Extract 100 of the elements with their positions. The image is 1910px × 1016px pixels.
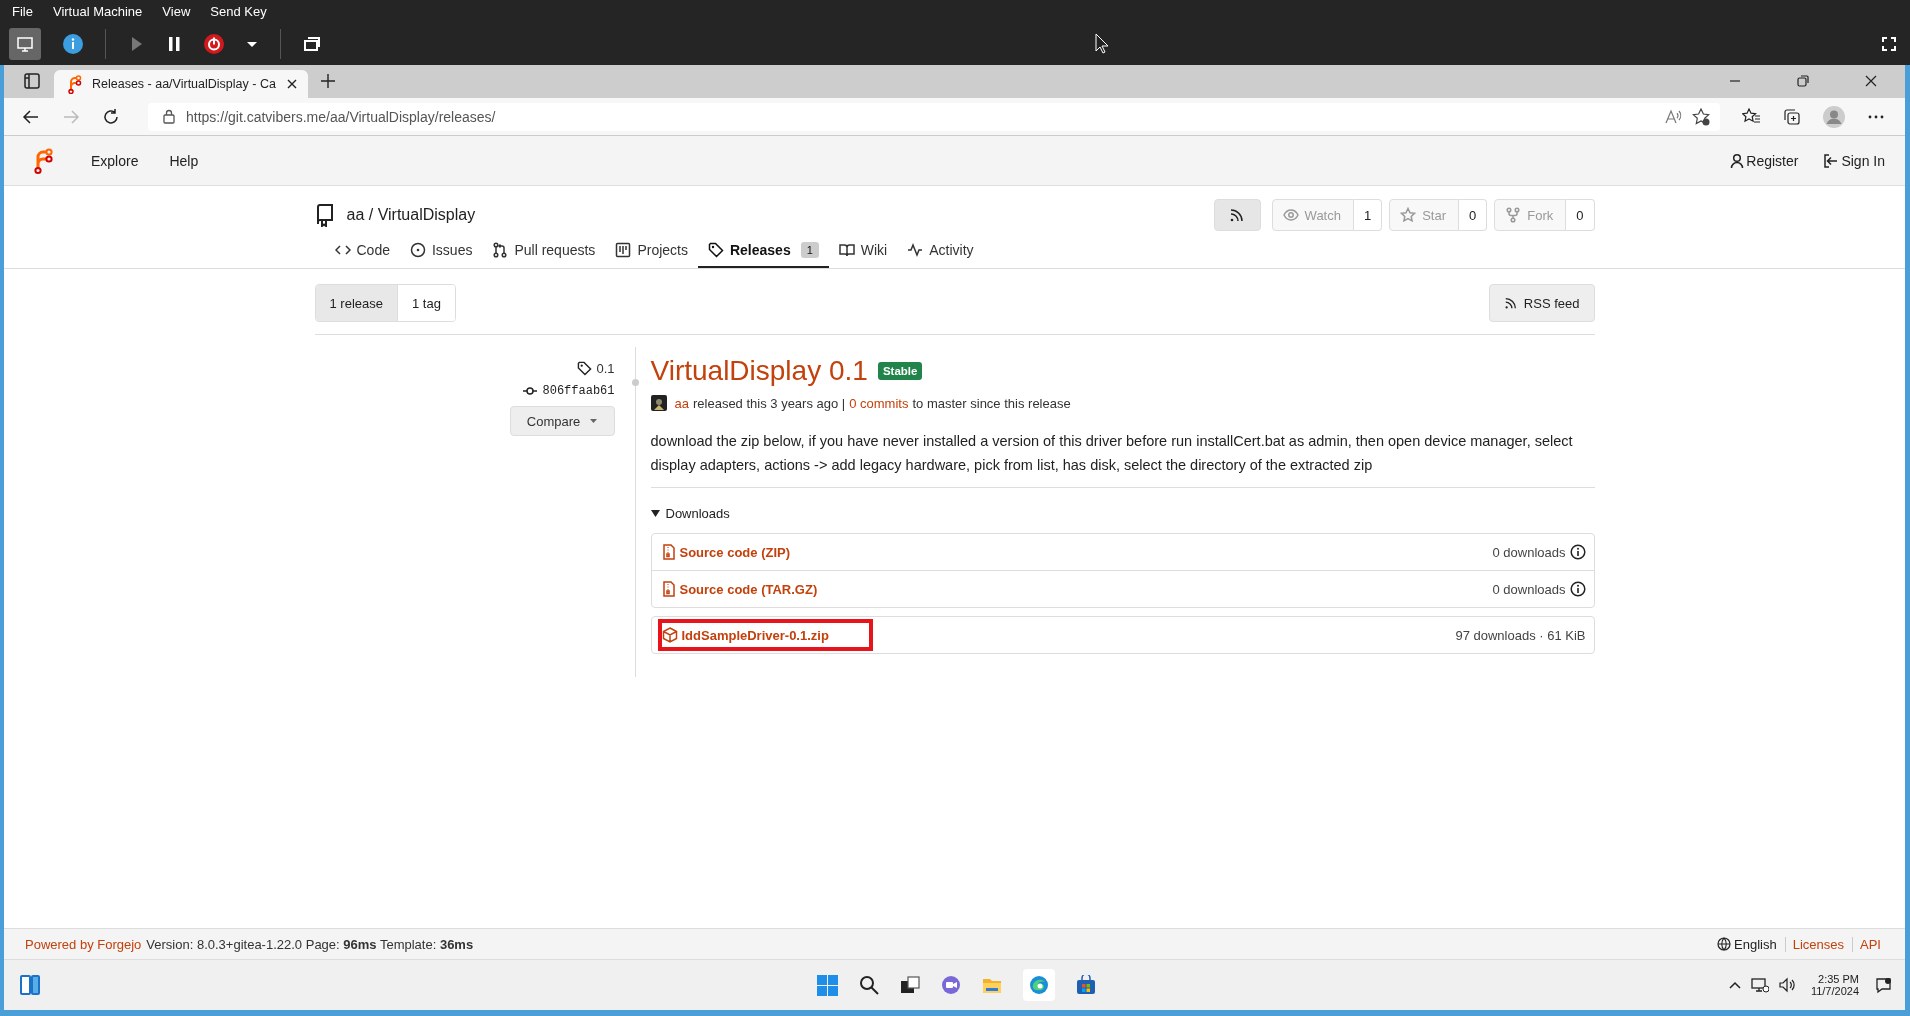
version-info: Version: 8.0.3+gitea-1.22.0 Page: 96ms Template: 36ms <box>146 936 474 952</box>
repository-tab[interactable]: Code <box>324 233 400 268</box>
repository-tab[interactable]: Wiki <box>828 233 898 268</box>
chat-icon[interactable] <box>941 975 961 995</box>
author-link[interactable]: aa <box>674 395 689 411</box>
browser-tab[interactable]: Releases - aa/VirtualDisplay - Ca <box>54 70 308 98</box>
back-icon[interactable] <box>22 107 40 126</box>
download-link[interactable]: Source code (TAR.GZ) <box>661 581 818 597</box>
close-icon[interactable] <box>285 78 298 90</box>
url-text: https://git.catvibers.me/aa/VirtualDisplay/releases/ <box>186 108 496 125</box>
cursor-icon <box>1093 32 1110 55</box>
add-favorite-icon[interactable] <box>1692 107 1710 126</box>
issue-icon <box>409 241 426 258</box>
display-button[interactable] <box>9 27 41 60</box>
footer-link[interactable]: API <box>1852 936 1881 952</box>
refresh-icon[interactable] <box>102 107 120 126</box>
repository-tab[interactable]: Activity <box>897 233 984 268</box>
stable-label: Stable <box>877 362 923 380</box>
favorites-icon[interactable] <box>1742 107 1761 126</box>
widgets-icon[interactable] <box>20 975 40 995</box>
globe-icon <box>1717 937 1732 951</box>
repository-icon <box>314 203 335 227</box>
download-link[interactable]: Source code (ZIP) <box>661 544 791 560</box>
menu-item[interactable]: File <box>12 3 33 19</box>
read-aloud-icon[interactable] <box>1664 107 1682 126</box>
windows-icon[interactable] <box>303 34 321 53</box>
more-icon[interactable] <box>1867 113 1885 120</box>
commit-link[interactable]: 806ffaab61 <box>542 384 615 398</box>
language-menu[interactable]: English <box>1717 936 1777 952</box>
lock-icon <box>162 109 176 124</box>
register-link[interactable]: Register <box>1730 152 1799 169</box>
download-count: 97 downloads · 61 KiB <box>1455 627 1586 643</box>
footer-link[interactable]: Licenses <box>1784 936 1845 952</box>
close-icon[interactable] <box>1865 75 1877 87</box>
browser-button[interactable] <box>1023 969 1055 1001</box>
clock-button[interactable]: 2:35 PM 11/7/2024 <box>1804 973 1865 997</box>
filter-tab[interactable]: 1 tag <box>397 285 455 321</box>
release-title[interactable]: VirtualDisplay 0.1 <box>650 355 868 387</box>
tag-icon <box>707 241 724 258</box>
download-count: 0 downloads <box>1492 544 1566 560</box>
repository-tab[interactable]: Pull requests <box>482 233 606 268</box>
package-icon <box>661 627 678 643</box>
repository-tab[interactable]: Projects <box>605 233 698 268</box>
highlighted-download-link[interactable]: IddSampleDriver-0.1.zip <box>661 623 869 647</box>
release-info: released this 3 years ago | <box>692 395 846 411</box>
count-badge: 1 <box>800 241 819 258</box>
info-icon[interactable] <box>63 33 83 54</box>
info-icon[interactable] <box>1569 544 1586 560</box>
nav-link[interactable]: Help <box>169 152 199 169</box>
fork-icon <box>1505 207 1522 223</box>
tab-title: Releases - aa/VirtualDisplay - Ca <box>92 77 276 91</box>
rss-button[interactable] <box>1213 199 1261 231</box>
menu-item[interactable]: Virtual Machine <box>52 3 143 19</box>
compare-button[interactable]: Compare <box>509 406 615 436</box>
address-field[interactable]: https://git.catvibers.me/aa/VirtualDisplay/releases/ <box>148 102 1720 131</box>
download-count: 0 downloads <box>1492 581 1566 597</box>
profile-icon[interactable] <box>1823 105 1845 128</box>
nav-link[interactable]: Explore <box>91 152 139 169</box>
forgejo-link[interactable]: Powered by Forgejo <box>25 936 142 952</box>
star-count[interactable]: 0 <box>1459 199 1488 231</box>
menu-item[interactable]: Send Key <box>210 3 267 19</box>
tab-actions-icon[interactable] <box>24 73 40 89</box>
commits-link[interactable]: 0 commits <box>849 395 909 411</box>
filter-tab[interactable]: 1 release <box>315 285 397 321</box>
release-notes: download the zip below, if you have never installed a version of this driver before run installCert.bat as admin, then open device manager, select display adapters, actions -> add legacy hardware, pick from list, has disk, select the directory of the extracted zip <box>650 429 1595 488</box>
chevron-up-icon[interactable] <box>1728 980 1741 990</box>
monitor-icon <box>16 34 34 53</box>
rss-icon <box>1229 207 1246 223</box>
person-icon <box>1730 152 1745 169</box>
fullscreen-icon[interactable] <box>1882 36 1896 51</box>
repository-tab[interactable]: Releases 1 <box>697 233 829 268</box>
rss-feed-button[interactable]: RSS feed <box>1488 284 1595 322</box>
pause-icon[interactable] <box>166 34 182 53</box>
repository-tab[interactable]: Issues <box>399 233 483 268</box>
new-tab-icon[interactable] <box>319 73 336 89</box>
power-icon[interactable] <box>204 33 224 54</box>
repository-title[interactable]: aa / VirtualDisplay <box>346 206 476 224</box>
zip-file-icon <box>661 581 676 597</box>
forgejo-logo-icon[interactable] <box>32 146 54 175</box>
avatar-icon <box>650 395 667 411</box>
sign-in-link[interactable]: Sign In <box>1823 152 1885 169</box>
restore-icon[interactable] <box>1797 75 1809 87</box>
store-icon[interactable] <box>1076 975 1096 995</box>
dropdown-icon[interactable] <box>246 39 258 48</box>
network-icon[interactable] <box>1750 977 1769 993</box>
menu-item[interactable]: View <box>162 3 191 19</box>
collections-icon[interactable] <box>1783 107 1801 126</box>
eye-icon <box>1282 207 1299 223</box>
search-icon[interactable] <box>859 975 879 995</box>
tag-link[interactable]: 0.1 <box>596 361 615 376</box>
downloads-toggle[interactable]: Downloads <box>650 506 1595 521</box>
volume-icon[interactable] <box>1778 977 1795 993</box>
watch-count[interactable]: 1 <box>1353 199 1383 231</box>
rss-icon <box>1503 295 1518 311</box>
zip-file-icon <box>661 544 676 560</box>
notification-icon[interactable] <box>1875 976 1893 994</box>
task-view-icon[interactable] <box>900 975 920 995</box>
info-icon[interactable] <box>1569 581 1586 597</box>
fork-count[interactable]: 0 <box>1566 199 1595 231</box>
start-icon[interactable] <box>817 974 838 996</box>
